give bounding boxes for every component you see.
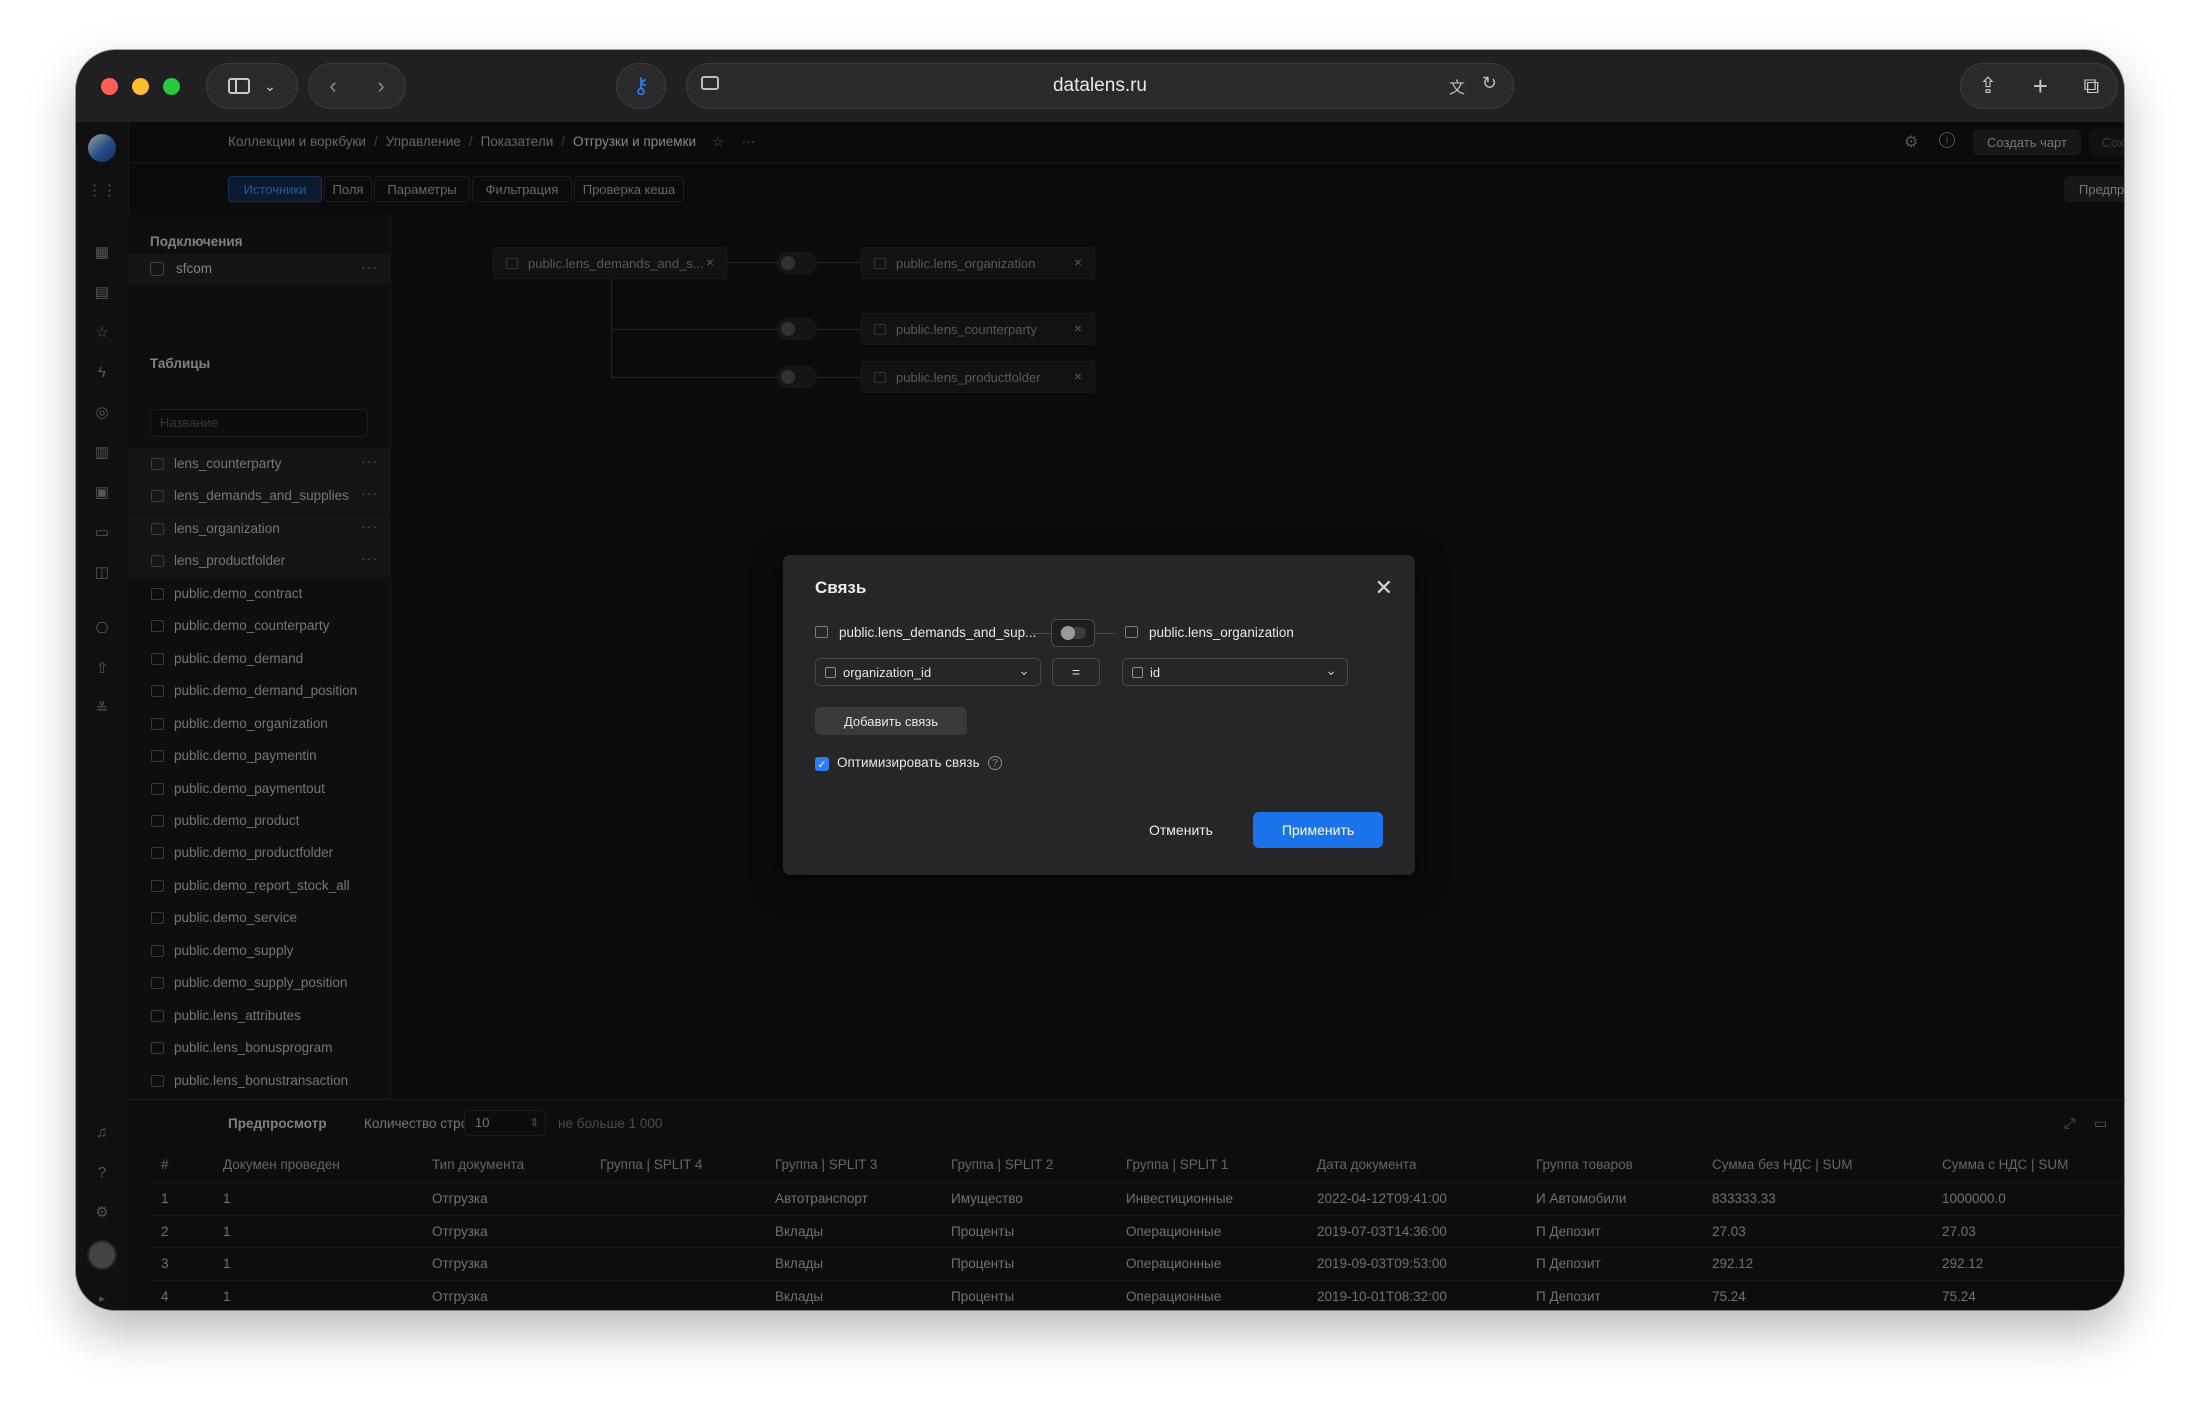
- join-connector: [1095, 633, 1115, 634]
- tabs-overview-icon[interactable]: ⧉: [2083, 73, 2099, 99]
- maximize-window-button[interactable]: [163, 78, 180, 95]
- close-icon[interactable]: ✕: [1375, 575, 1393, 601]
- back-icon[interactable]: ‹: [329, 73, 336, 99]
- toolbar-actions: ⇪ + ⧉: [1960, 63, 2118, 109]
- forward-icon[interactable]: ›: [377, 73, 384, 99]
- close-window-button[interactable]: [101, 78, 118, 95]
- browser-window: ⌄ ‹ › ⚷ datalens.ru 文 ↻ ⇪ + ⧉ ⋮⋮ ▦ ▤ ☆ ϟ…: [76, 50, 2124, 1310]
- new-tab-icon[interactable]: +: [2033, 71, 2048, 102]
- sidebar-icon: [228, 78, 251, 94]
- left-field-select[interactable]: organization_id ⌄: [815, 658, 1041, 686]
- optimize-label: Оптимизировать связь: [837, 755, 980, 770]
- cancel-button[interactable]: Отменить: [1133, 813, 1229, 847]
- nav-buttons: ‹ ›: [308, 63, 406, 109]
- field-icon: [1132, 667, 1143, 678]
- right-field-select[interactable]: id ⌄: [1122, 658, 1348, 686]
- dialog-title: Связь: [815, 578, 867, 597]
- right-field-value: id: [1150, 665, 1161, 680]
- left-table-name: public.lens_demands_and_sup...: [839, 625, 1037, 640]
- minimize-window-button[interactable]: [132, 78, 149, 95]
- chevron-down-icon: ⌄: [1018, 662, 1030, 678]
- help-icon[interactable]: ?: [988, 756, 1002, 770]
- password-key-button[interactable]: ⚷: [616, 63, 666, 109]
- reload-icon[interactable]: ↻: [1482, 73, 1497, 94]
- right-table-name: public.lens_organization: [1149, 625, 1294, 640]
- table-icon: [815, 626, 828, 638]
- operator-value: =: [1071, 664, 1081, 680]
- chevron-down-icon: ⌄: [1325, 662, 1337, 678]
- join-dialog: Связь ✕ public.lens_demands_and_sup... p…: [783, 555, 1415, 875]
- share-icon[interactable]: ⇪: [1979, 73, 1997, 99]
- chevron-down-icon: ⌄: [264, 77, 276, 94]
- address-bar[interactable]: datalens.ru 文 ↻: [686, 63, 1514, 109]
- apply-button[interactable]: Применить: [1253, 812, 1383, 848]
- translate-icon[interactable]: 文: [1449, 74, 1465, 98]
- operator-select[interactable]: =: [1052, 658, 1100, 686]
- join-connector: [1031, 633, 1051, 634]
- key-icon: ⚷: [632, 73, 650, 98]
- add-link-button[interactable]: Добавить связь: [815, 707, 967, 735]
- table-icon: [1125, 626, 1138, 638]
- url-text: datalens.ru: [1052, 75, 1147, 96]
- field-icon: [825, 667, 836, 678]
- sidebar-toggle-button[interactable]: ⌄: [206, 63, 298, 109]
- join-type-toggle[interactable]: [1051, 619, 1095, 647]
- optimize-checkbox[interactable]: ✓: [815, 757, 829, 771]
- browser-toolbar: ⌄ ‹ › ⚷ datalens.ru 文 ↻ ⇪ + ⧉: [76, 50, 2124, 123]
- left-field-value: organization_id: [843, 665, 932, 680]
